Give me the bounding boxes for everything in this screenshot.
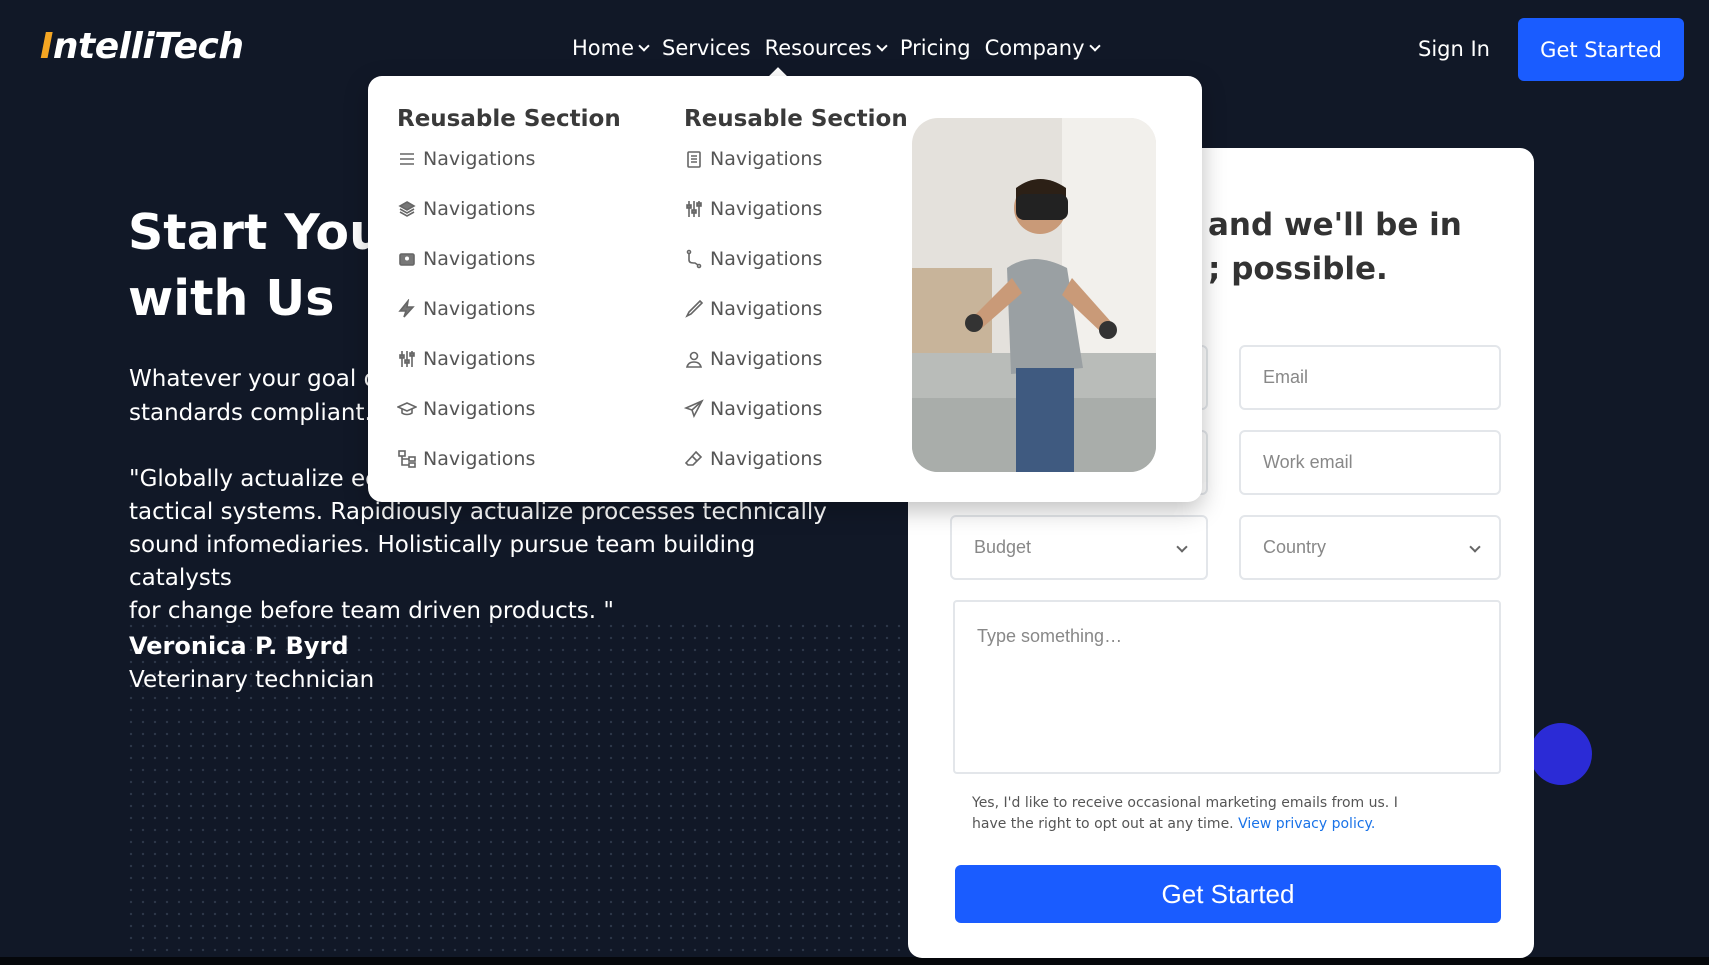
- mega-menu-item[interactable]: Navigations: [397, 384, 621, 434]
- mega-menu-item-label: Navigations: [710, 198, 823, 220]
- chevron-down-icon: [1469, 541, 1481, 553]
- chevron-down-icon: [876, 40, 888, 52]
- clipboard-icon: [684, 149, 704, 169]
- mega-menu-item[interactable]: Navigations: [684, 284, 908, 334]
- mega-menu-item-label: Navigations: [423, 248, 536, 270]
- hero-title-line: Start Your: [128, 204, 409, 261]
- nav-services[interactable]: Services: [662, 36, 751, 60]
- mega-menu-item-label: Navigations: [710, 298, 823, 320]
- branch-icon: [684, 249, 704, 269]
- mega-menu-item-label: Navigations: [710, 448, 823, 470]
- form-heading-line: ; possible.: [1208, 251, 1388, 287]
- form-heading: and we'll be in ; possible.: [1208, 203, 1528, 291]
- mega-menu-item-label: Navigations: [423, 298, 536, 320]
- mega-menu-item[interactable]: Navigations: [397, 184, 621, 234]
- hero-description-line: Whatever your goal o: [129, 366, 378, 392]
- id-card-icon: [397, 249, 417, 269]
- pen-icon: [684, 299, 704, 319]
- mega-menu-item[interactable]: Navigations: [397, 334, 621, 384]
- mega-menu-item-label: Navigations: [423, 448, 536, 470]
- nav-resources[interactable]: Resources: [764, 36, 888, 60]
- quote-line: tactical systems. Rapidiously actualize …: [129, 499, 827, 525]
- mega-menu-item-label: Navigations: [423, 148, 536, 170]
- main-nav: Home Services Resources Pricing Company: [572, 36, 1113, 60]
- mega-menu-item[interactable]: Navigations: [684, 134, 908, 184]
- nav-company-label: Company: [984, 36, 1085, 60]
- message-textarea[interactable]: Type something…: [953, 600, 1501, 774]
- nav-pricing[interactable]: Pricing: [900, 36, 971, 60]
- mega-menu-item-label: Navigations: [423, 398, 536, 420]
- mega-menu-item[interactable]: Navigations: [684, 184, 908, 234]
- country-select-value: Country: [1263, 537, 1327, 557]
- bottom-edge: [0, 957, 1709, 965]
- message-placeholder: Type something…: [977, 626, 1123, 646]
- mega-menu-item[interactable]: Navigations: [684, 234, 908, 284]
- hero-description-line: standards compliant.: [129, 400, 372, 426]
- nav-pricing-label: Pricing: [899, 36, 971, 60]
- user-icon: [684, 349, 704, 369]
- work-email-placeholder: Work email: [1263, 452, 1353, 472]
- mega-menu-column-title: Reusable Section: [397, 106, 621, 132]
- sign-in-link[interactable]: Sign In: [1418, 37, 1490, 61]
- testimonial-author: Veronica P. Byrd: [129, 632, 349, 660]
- mega-menu-item-label: Navigations: [423, 198, 536, 220]
- nav-company[interactable]: Company: [984, 36, 1101, 60]
- mega-menu-column-1: Reusable Section Navigations Navigations…: [397, 106, 621, 496]
- logo-text: ntelliTech: [52, 26, 244, 67]
- mega-menu-item[interactable]: Navigations: [684, 434, 908, 484]
- mega-menu-item-label: Navigations: [710, 148, 823, 170]
- nav-resources-label: Resources: [764, 36, 872, 60]
- budget-select[interactable]: Budget: [950, 515, 1208, 580]
- sliders-icon: [684, 199, 704, 219]
- form-heading-line: and we'll be in: [1208, 207, 1462, 243]
- email-placeholder: Email: [1263, 367, 1309, 387]
- logo-accent-letter: I: [40, 26, 53, 67]
- eraser-icon: [684, 449, 704, 469]
- list-icon: [397, 149, 417, 169]
- mega-menu-item[interactable]: Navigations: [397, 434, 621, 484]
- quote-line: for change before team driven products. …: [129, 598, 614, 624]
- get-started-button[interactable]: Get Started: [1518, 18, 1684, 81]
- country-select[interactable]: Country: [1239, 515, 1501, 580]
- logo[interactable]: IntelliTech: [40, 26, 244, 67]
- hero-title-line: with Us: [128, 270, 335, 327]
- nav-home[interactable]: Home: [572, 36, 650, 60]
- testimonial-role: Veterinary technician: [129, 667, 375, 693]
- send-icon: [684, 399, 704, 419]
- nav-services-label: Services: [662, 36, 751, 60]
- mega-menu-column-2: Reusable Section Navigations Navigations…: [684, 106, 908, 496]
- mega-menu-item-label: Navigations: [423, 348, 536, 370]
- email-field[interactable]: Email: [1239, 345, 1501, 410]
- chevron-down-icon: [638, 40, 650, 52]
- resources-mega-menu: Reusable Section Navigations Navigations…: [368, 76, 1202, 502]
- mega-menu-item[interactable]: Navigations: [397, 284, 621, 334]
- lightning-icon: [397, 299, 417, 319]
- mega-menu-item[interactable]: Navigations: [684, 384, 908, 434]
- layers-icon: [397, 199, 417, 219]
- form-submit-button[interactable]: Get Started: [955, 865, 1501, 923]
- mega-menu-item[interactable]: Navigations: [397, 234, 621, 284]
- chevron-down-icon: [1088, 40, 1101, 52]
- privacy-policy-link[interactable]: View privacy policy.: [1238, 816, 1375, 832]
- graduation-cap-icon: [397, 399, 417, 419]
- sitemap-icon: [397, 449, 417, 469]
- quote-line: sound infomediaries. Holistically pursue…: [129, 532, 756, 591]
- quote-line: "Globally actualize eco: [129, 466, 392, 492]
- budget-select-value: Budget: [974, 537, 1032, 557]
- vr-user-photo: [912, 118, 1156, 472]
- mega-menu-column-title: Reusable Section: [684, 106, 908, 132]
- mega-menu-item[interactable]: Navigations: [397, 134, 621, 184]
- mega-menu-item[interactable]: Navigations: [684, 334, 908, 384]
- sliders-icon: [397, 349, 417, 369]
- mega-menu-item-label: Navigations: [710, 348, 823, 370]
- work-email-field[interactable]: Work email: [1239, 430, 1501, 495]
- consent-text: Yes, I'd like to receive occasional mark…: [972, 793, 1412, 835]
- nav-home-label: Home: [572, 36, 635, 60]
- chevron-down-icon: [1176, 541, 1188, 553]
- decorative-blob: [1530, 723, 1592, 785]
- mega-menu-item-label: Navigations: [710, 248, 823, 270]
- mega-menu-item-label: Navigations: [710, 398, 823, 420]
